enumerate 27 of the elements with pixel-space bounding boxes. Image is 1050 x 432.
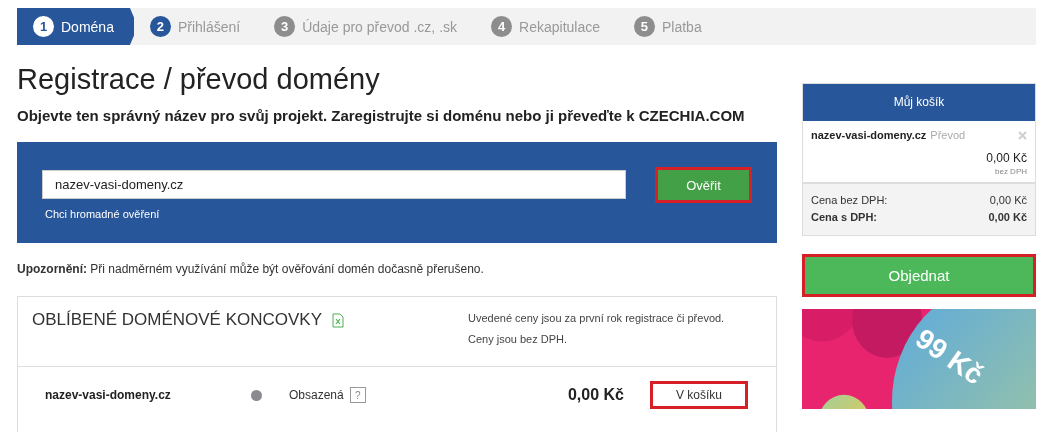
total-label: Cena s DPH:	[811, 211, 878, 223]
warning-text: Upozornění: Při nadměrném využívání může být ověřování domén dočasně přerušeno.	[17, 262, 485, 276]
price-note: Uvedené ceny jsou za první rok registrace či převod.	[468, 312, 726, 324]
page-subtitle: Objevte ten správný název pro svůj projekt. Zaregistrujte si doménu nebo ji převeďte k CZECHIA.COM	[17, 107, 746, 124]
page-title: Registrace / převod domény	[17, 63, 381, 96]
promo-price: 99 Kč	[909, 322, 990, 392]
spreadsheet-icon[interactable]	[332, 312, 344, 328]
domain-input-field[interactable]: nazev-vasi-domeny.cz	[42, 170, 626, 199]
cart-title: Můj košík	[803, 84, 1035, 121]
cart-price-note: bez DPH	[995, 167, 1027, 176]
verify-button[interactable]: Ověřit	[655, 167, 752, 203]
price-text: 0,00 Kč	[567, 386, 624, 404]
in-cart-button[interactable]: V košíku	[650, 381, 748, 409]
domain-name: nazev-vasi-domeny.cz	[45, 388, 172, 402]
status-text: Obsazená	[289, 388, 344, 402]
help-icon[interactable]: ?	[349, 387, 366, 403]
cart-item-price: 0,00 Kč	[986, 151, 1027, 165]
total-value: 0,00 Kč	[988, 211, 1027, 223]
price-note: Ceny jsou bez DPH.	[468, 333, 569, 345]
bulk-check-link[interactable]: Chci hromadné ověření	[45, 208, 626, 220]
table-heading: OBLÍBENÉ DOMÉNOVÉ KONCOVKY	[32, 310, 322, 330]
total-value: 0,00 Kč	[989, 194, 1027, 206]
total-label: Cena bez DPH:	[811, 194, 888, 206]
remove-icon[interactable]	[1018, 130, 1027, 140]
cart-item-type: Převod	[930, 129, 966, 141]
order-button[interactable]: Objednat	[802, 254, 1036, 297]
cart-domain: nazev-vasi-domeny.cz	[811, 129, 927, 141]
